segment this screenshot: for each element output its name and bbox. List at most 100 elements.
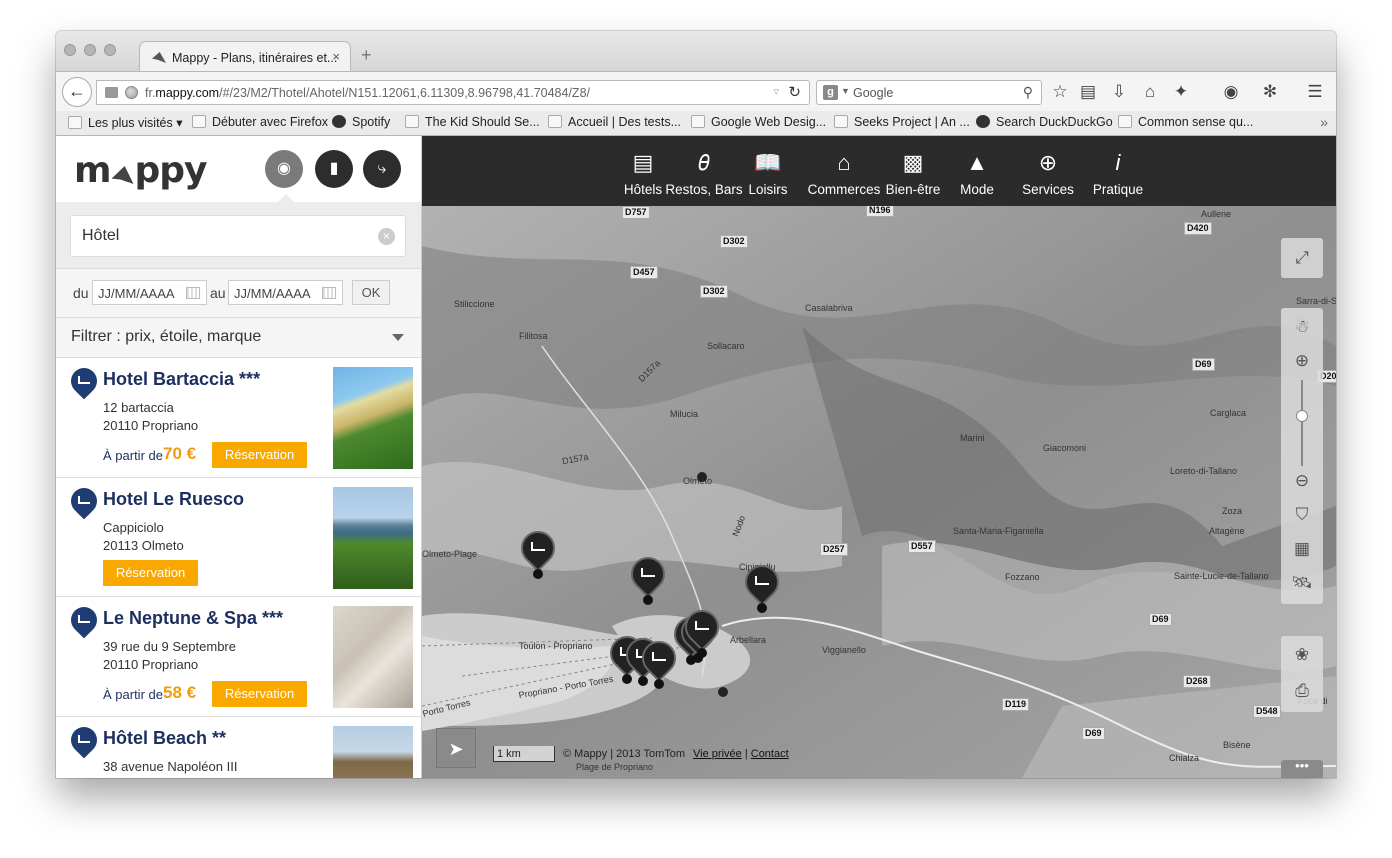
close-window-button[interactable] [64, 44, 76, 56]
hotel-photo[interactable] [333, 367, 413, 469]
bookmarks-more-button[interactable]: » [1320, 114, 1328, 130]
hotel-photo[interactable] [333, 486, 413, 589]
transit-button[interactable]: ▦ [1281, 532, 1323, 566]
list-item[interactable]: Hotel Le Ruesco Cappiciolo 20113 Olmeto … [56, 477, 421, 597]
hotel-price: 58 € [163, 683, 197, 702]
fullscreen-button[interactable]: ⤢ [1281, 241, 1323, 275]
minimize-window-button[interactable] [84, 44, 96, 56]
map-point[interactable] [697, 472, 707, 482]
reading-list-icon[interactable]: ▤ [1077, 81, 1099, 103]
menu-icon[interactable]: ☰ [1304, 81, 1326, 103]
bookmark-kid[interactable]: The Kid Should Se... [405, 115, 540, 129]
addon-icon[interactable]: ✻ [1259, 81, 1281, 103]
locate-button[interactable]: ➤ [436, 728, 476, 768]
reservation-button[interactable]: Réservation [103, 559, 198, 586]
hotel-name[interactable]: Hotel Bartaccia *** [103, 369, 260, 390]
grid-icon[interactable] [105, 87, 118, 98]
traffic-button[interactable]: ⛉ [1281, 498, 1323, 532]
bookmark-most-visited[interactable]: Les plus visités ▾ [68, 115, 183, 130]
list-item[interactable]: Hôtel Beach ** 38 avenue Napoléon III [56, 716, 421, 778]
zoom-slider-handle[interactable] [1296, 410, 1308, 422]
list-item[interactable]: Hotel Bartaccia *** 12 bartaccia 20110 P… [56, 358, 421, 478]
reservation-button[interactable]: Réservation [212, 442, 307, 468]
hotel-name[interactable]: Le Neptune & Spa *** [103, 608, 283, 629]
reload-icon[interactable]: ↻ [788, 83, 801, 101]
bed-icon [641, 568, 655, 577]
share-controls: ❀ ⎙ [1281, 636, 1323, 712]
category-mode[interactable]: ▲ Mode [949, 136, 1005, 206]
star-icon[interactable]: ☆ [1049, 81, 1071, 103]
hotel-address: 38 avenue Napoléon III [103, 758, 238, 774]
mappy-logo[interactable]: m ppy [74, 150, 208, 191]
category-restaurants[interactable]: 𝜃 Restos, Bars [662, 136, 746, 206]
navigation-arrow-icon: ➤ [448, 739, 464, 759]
map-view[interactable]: ▤ Hôtels 𝜃 Restos, Bars 📖 Loisirs ⌂ Commerce… [422, 136, 1336, 778]
filter-dropdown[interactable]: Filtrer : prix, étoile, marque [56, 318, 421, 358]
place-label: Olmeto-Plage [422, 549, 478, 559]
calendar-icon[interactable] [322, 287, 336, 299]
satellite-button[interactable]: 🛰 [1281, 566, 1323, 600]
street-view-button[interactable]: ☃ [1281, 310, 1323, 344]
extension-icon[interactable]: ✦ [1170, 81, 1192, 103]
bookmark-google-web[interactable]: Google Web Desig... [691, 115, 826, 129]
ok-button[interactable]: OK [352, 280, 390, 305]
privacy-link[interactable]: Vie privée [693, 748, 742, 760]
hotel-marker[interactable] [623, 549, 673, 605]
hotel-marker[interactable] [513, 523, 563, 579]
tab-close-icon[interactable]: × [332, 49, 340, 64]
google-icon[interactable]: g [823, 85, 838, 100]
home-icon[interactable]: ⌂ [1139, 81, 1161, 103]
shopping-button[interactable]: ▮ [315, 150, 353, 188]
back-button[interactable]: ← [62, 77, 92, 107]
search-input[interactable]: Hôtel × [70, 215, 406, 257]
date-from-input[interactable]: JJ/MM/AAAA [92, 280, 207, 305]
page-icon [834, 115, 848, 128]
category-loisirs[interactable]: 📖 Loisirs [740, 136, 796, 206]
map-point[interactable] [718, 687, 728, 697]
bookmark-seeks[interactable]: Seeks Project | An ... [834, 115, 970, 129]
category-label: Bien-être [885, 182, 941, 197]
category-services[interactable]: ⊕ Services [1012, 136, 1084, 206]
url-dropdown-icon[interactable]: ▿ [773, 85, 779, 98]
category-pratique[interactable]: i Pratique [1086, 136, 1150, 206]
bookmark-spotify[interactable]: Spotify [332, 115, 390, 129]
category-bien-etre[interactable]: ▩ Bien-être [874, 136, 952, 206]
hotel-name[interactable]: Hôtel Beach ** [103, 728, 226, 749]
search-placeholder: Google [853, 86, 894, 100]
zoom-window-button[interactable] [104, 44, 116, 56]
hotel-marker[interactable] [634, 633, 684, 689]
directions-button[interactable]: ⤷ [363, 150, 401, 188]
sync-icon[interactable]: ◉ [1220, 81, 1242, 103]
zoom-slider[interactable] [1301, 380, 1303, 466]
bookmark-firefox[interactable]: Débuter avec Firefox [192, 115, 328, 129]
search-bar[interactable]: g ▼ Google ⚲ [816, 80, 1042, 105]
list-item[interactable]: Le Neptune & Spa *** 39 rue du 9 Septemb… [56, 597, 421, 717]
hotel-marker[interactable] [677, 602, 727, 658]
clear-icon[interactable]: × [378, 228, 395, 245]
bookmark-duckduckgo[interactable]: Search DuckDuckGo [976, 115, 1113, 129]
calendar-icon[interactable] [186, 287, 200, 299]
hotel-name[interactable]: Hotel Le Ruesco [103, 489, 244, 510]
more-button[interactable]: ••• [1281, 759, 1323, 778]
url-bar[interactable]: fr.mappy.com/#/23/M2/Thotel/Ahotel/N151.… [96, 80, 810, 105]
date-to-input[interactable]: JJ/MM/AAAA [228, 280, 343, 305]
hotel-marker[interactable] [737, 557, 787, 613]
download-icon[interactable]: ⇩ [1108, 81, 1130, 103]
hotel-address: 12 bartaccia [103, 400, 174, 415]
zoom-out-button[interactable]: ⊖ [1281, 464, 1323, 498]
tab-mappy[interactable]: Mappy - Plans, itinéraires et... × [139, 41, 351, 72]
contact-link[interactable]: Contact [751, 748, 789, 760]
share-button[interactable]: ❀ [1281, 638, 1323, 672]
url-text[interactable]: fr.mappy.com/#/23/M2/Thotel/Ahotel/N151.… [145, 86, 590, 100]
new-tab-button[interactable]: + [361, 45, 372, 66]
place-search-button[interactable]: ◉ [265, 150, 303, 188]
zoom-in-button[interactable]: ⊕ [1281, 344, 1323, 378]
bookmark-accueil[interactable]: Accueil | Des tests... [548, 115, 681, 129]
hotel-photo[interactable] [333, 725, 413, 778]
print-button[interactable]: ⎙ [1281, 674, 1323, 708]
bookmark-common-sense[interactable]: Common sense qu... [1118, 115, 1253, 129]
hotel-photo[interactable] [333, 606, 413, 708]
reservation-button[interactable]: Réservation [212, 681, 307, 707]
chevron-down-icon[interactable]: ▼ [841, 86, 850, 96]
search-icon[interactable]: ⚲ [1023, 84, 1033, 101]
